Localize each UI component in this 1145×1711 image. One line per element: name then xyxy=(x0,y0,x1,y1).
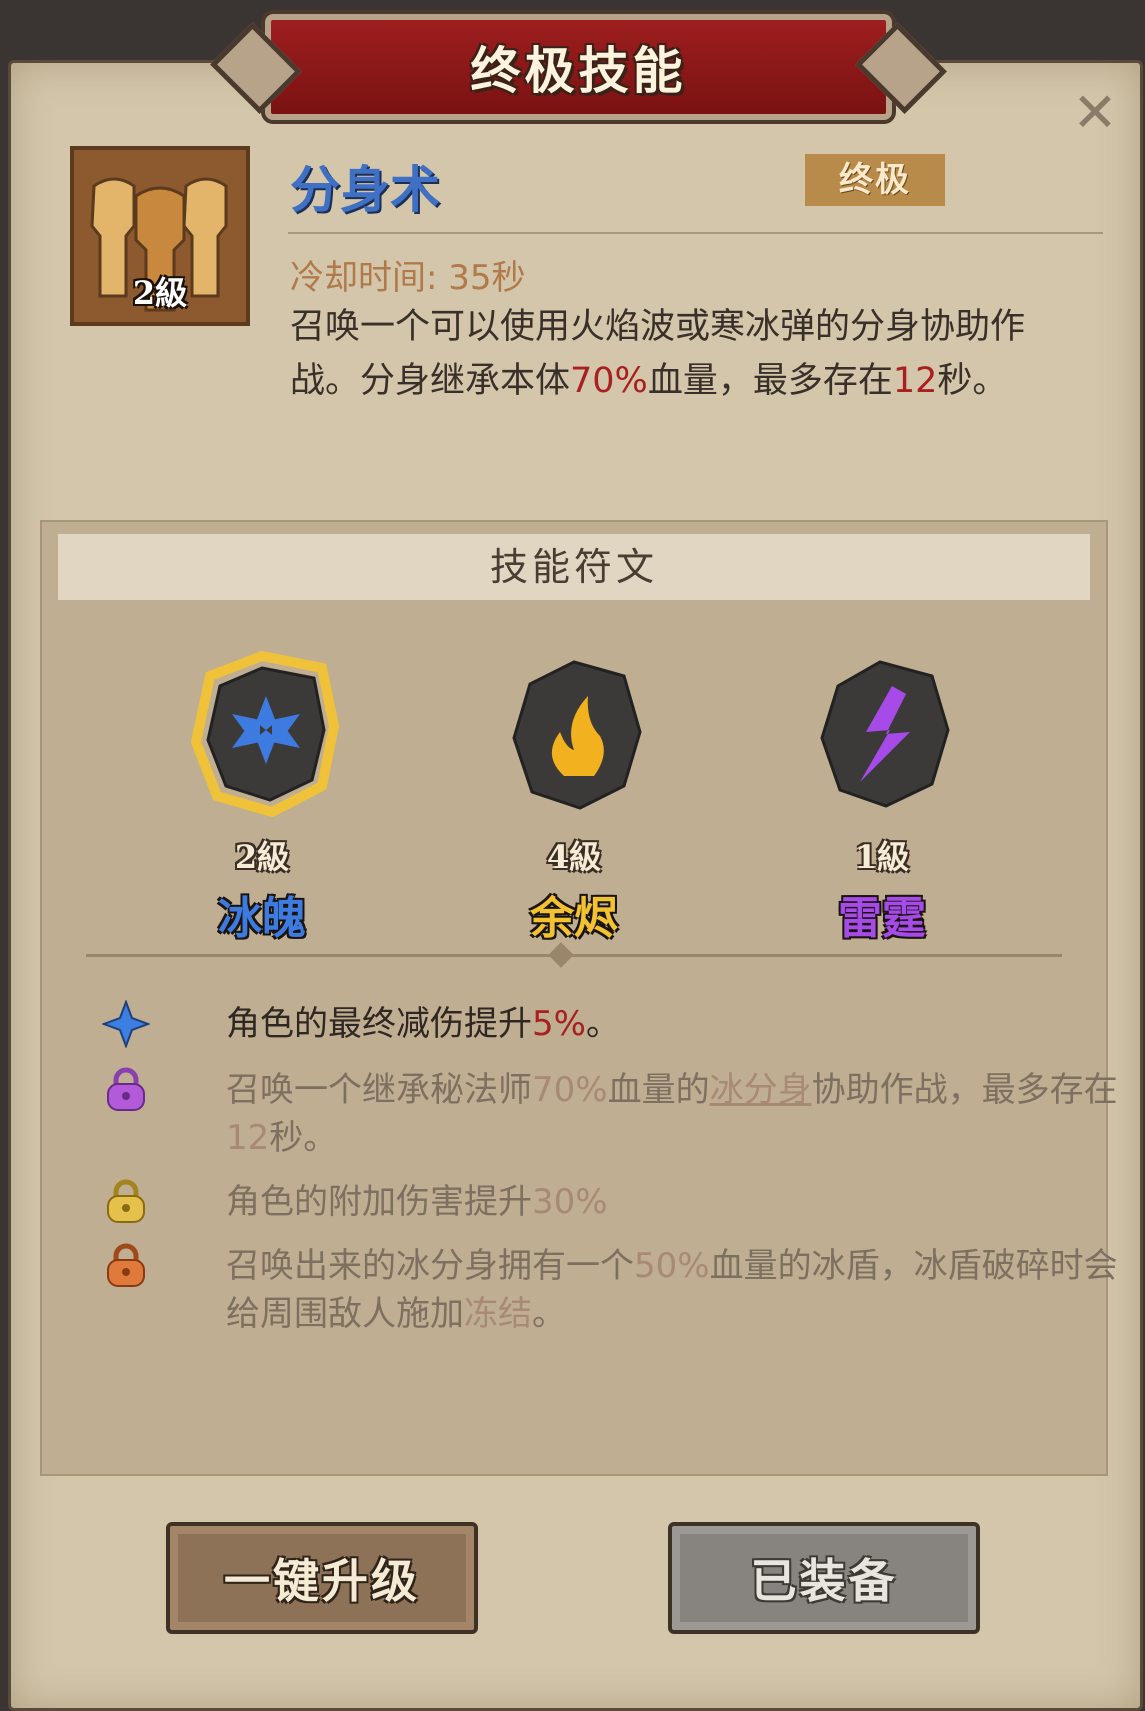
effect-text-part: 血量的 xyxy=(607,1070,710,1110)
purple-lock-icon xyxy=(107,1067,145,1111)
effect-text: 角色的附加伤害提升30% xyxy=(226,1178,1126,1226)
cooldown-text: 冷却时间: 35秒 xyxy=(290,258,526,298)
effect-text-part: 召唤一个继承秘法师 xyxy=(226,1070,532,1110)
upgrade-all-button[interactable]: 一键升级 xyxy=(166,1522,478,1634)
desc-part: 秒。 xyxy=(937,361,1008,401)
effect-text-part: 。 xyxy=(585,1004,620,1044)
page-title: 终极技能 xyxy=(470,42,687,100)
effect-text: 召唤一个继承秘法师70%血量的冰分身协助作战，最多存在 12秒。 xyxy=(226,1066,1126,1162)
effect-value: 30% xyxy=(532,1182,608,1222)
rune-effect-row: 角色的最终减伤提升5%。 xyxy=(102,1000,1062,1048)
rune-name: 余烬 xyxy=(530,893,618,944)
gold-lock-icon xyxy=(107,1179,145,1223)
effect-value: 70% xyxy=(532,1070,608,1110)
effect-text-part: 。 xyxy=(532,1294,566,1334)
rune-section-title: 技能符文 xyxy=(58,534,1090,600)
effect-text-part: 秒。 xyxy=(269,1118,338,1158)
blue-star-icon xyxy=(102,1000,150,1048)
rune-ice[interactable]: 2級 冰魄 xyxy=(162,646,362,946)
rune-name: 冰魄 xyxy=(218,893,306,944)
rune-name: 雷霆 xyxy=(838,893,926,944)
rune-section: 技能符文 2級 冰魄 4級 余烬 1級 雷霆 角色的最终减伤提升5%。 召唤一个… xyxy=(40,520,1118,1476)
effect-value: 50% xyxy=(634,1246,710,1286)
rune-level: 1級 xyxy=(854,838,910,876)
equipped-label: 已装备 xyxy=(750,1554,898,1608)
effect-value: 冻结 xyxy=(464,1294,532,1334)
effect-text-part: 协助作战，最多存在 xyxy=(811,1070,1118,1110)
tier-badge: 终极 xyxy=(805,154,945,206)
effect-value: 12 xyxy=(226,1118,270,1158)
rune-effect-row: 召唤出来的冰分身拥有一个50%血量的冰盾，冰盾破碎时会给周围敌人施加冻结。 xyxy=(102,1242,1118,1338)
skill-name: 分身术 xyxy=(290,161,440,219)
skill-level: 2級 xyxy=(132,274,188,312)
skill-icon: 2級 xyxy=(70,146,250,326)
desc-duration: 12 xyxy=(892,361,938,401)
effect-text: 角色的最终减伤提升5%。 xyxy=(226,1000,1126,1048)
effect-text-part: 角色的附加伤害提升 xyxy=(226,1182,532,1222)
rune-ember[interactable]: 4級 余烬 xyxy=(474,646,674,946)
selected-rune-pointer xyxy=(548,942,574,968)
rune-effect-row: 角色的附加伤害提升30% xyxy=(102,1178,1062,1226)
title-banner: 终极技能 xyxy=(261,10,896,124)
skill-description: 召唤一个可以使用火焰波或寒冰弹的分身协助作战。分身继承本体70%血量，最多存在1… xyxy=(290,300,1090,408)
effect-text-part: 角色的最终减伤提升 xyxy=(226,1004,532,1044)
desc-hp-percent: 70% xyxy=(570,361,648,401)
clone-link[interactable]: 冰分身 xyxy=(710,1070,812,1110)
ice-crystal-icon xyxy=(190,650,340,818)
header-divider xyxy=(288,232,1103,234)
upgrade-all-label: 一键升级 xyxy=(224,1554,420,1608)
close-icon[interactable]: ✕ xyxy=(1070,86,1120,140)
effect-value: 5% xyxy=(532,1004,586,1044)
flame-icon xyxy=(512,660,642,810)
effect-text: 召唤出来的冰分身拥有一个50%血量的冰盾，冰盾破碎时会给周围敌人施加冻结。 xyxy=(226,1242,1126,1338)
equipped-button[interactable]: 已装备 xyxy=(668,1522,980,1634)
desc-part: 血量，最多存在 xyxy=(647,361,893,401)
rune-level: 2級 xyxy=(234,838,290,876)
rune-effect-row: 召唤一个继承秘法师70%血量的冰分身协助作战，最多存在 12秒。 xyxy=(102,1066,1118,1162)
effect-text-part: 召唤出来的冰分身拥有一个 xyxy=(226,1246,634,1286)
orange-lock-icon xyxy=(107,1243,145,1287)
rune-level: 4級 xyxy=(546,838,602,876)
lightning-icon xyxy=(820,660,950,808)
rune-thunder[interactable]: 1級 雷霆 xyxy=(782,646,982,946)
